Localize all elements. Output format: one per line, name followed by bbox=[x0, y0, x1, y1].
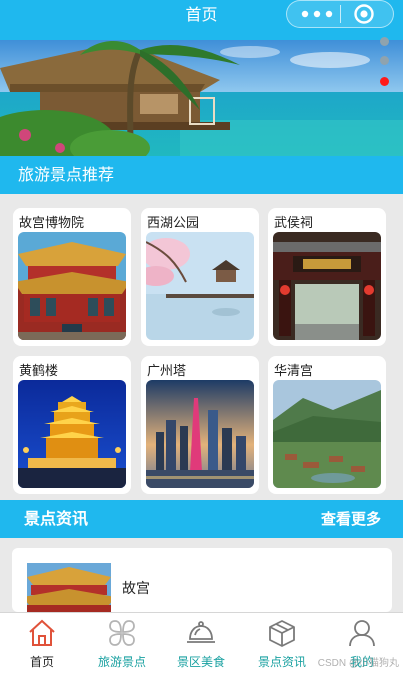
cube-icon bbox=[269, 620, 295, 647]
carousel-dot[interactable] bbox=[380, 37, 389, 46]
clover-icon bbox=[109, 620, 135, 646]
spot-image bbox=[273, 380, 381, 488]
tab-label: 旅游景点 bbox=[97, 655, 146, 669]
spot-label: 西湖公园 bbox=[147, 216, 200, 231]
spot-label: 广州塔 bbox=[147, 364, 187, 379]
watermark: CSDN @小猫狗丸 bbox=[317, 658, 399, 669]
spot-image bbox=[146, 232, 254, 340]
recommend-header: 旅游景点推荐 bbox=[0, 156, 403, 194]
spot-image bbox=[273, 232, 381, 340]
navigation-bar: 首页 bbox=[0, 0, 403, 40]
spot-label: 故宫博物院 bbox=[19, 216, 85, 231]
target-close-icon[interactable] bbox=[353, 3, 375, 25]
news-item-title: 故宫 bbox=[122, 581, 150, 597]
spot-card-xihu[interactable]: 西湖公园 bbox=[141, 208, 259, 346]
home-icon bbox=[29, 619, 55, 646]
tab-news[interactable]: 景点资讯 bbox=[242, 613, 322, 673]
news-list: 故宫 bbox=[0, 538, 403, 612]
tab-home[interactable]: 首页 bbox=[2, 613, 82, 673]
spot-card-guangzhouta[interactable]: 广州塔 bbox=[141, 356, 259, 494]
banner-carousel[interactable] bbox=[0, 40, 403, 156]
cloche-icon bbox=[187, 621, 215, 643]
user-icon bbox=[349, 620, 375, 647]
banner-image bbox=[0, 40, 403, 156]
carousel-dot[interactable] bbox=[380, 56, 389, 65]
spot-image bbox=[18, 232, 126, 340]
spots-grid: 故宫博物院 西湖公园 武侯祠 黄鹤楼 广州塔 华清宫 bbox=[0, 194, 403, 496]
mini-program-capsule bbox=[286, 0, 394, 28]
recommend-title: 旅游景点推荐 bbox=[18, 165, 115, 184]
capsule-divider bbox=[340, 5, 341, 23]
tab-food[interactable]: 景区美食 bbox=[161, 613, 241, 673]
spot-card-huanghelou[interactable]: 黄鹤楼 bbox=[13, 356, 131, 494]
tab-label: 景点资讯 bbox=[257, 655, 306, 669]
tab-label: 景区美食 bbox=[176, 655, 225, 669]
spot-image bbox=[146, 380, 254, 488]
spot-label: 华清宫 bbox=[274, 364, 314, 379]
spot-label: 武侯祠 bbox=[274, 216, 314, 231]
spot-card-huaqinggong[interactable]: 华清宫 bbox=[268, 356, 386, 494]
spot-card-gugong[interactable]: 故宫博物院 bbox=[13, 208, 131, 346]
spot-image bbox=[18, 380, 126, 488]
news-title: 景点资讯 bbox=[24, 509, 89, 528]
ellipsis-icon[interactable] bbox=[297, 6, 337, 22]
news-header: 景点资讯 查看更多 bbox=[0, 500, 403, 538]
tab-spots[interactable]: 旅游景点 bbox=[82, 613, 162, 673]
spot-label: 黄鹤楼 bbox=[19, 364, 59, 379]
view-more-link[interactable]: 查看更多 bbox=[321, 500, 381, 538]
carousel-indicator bbox=[380, 37, 390, 100]
spot-card-wuhouci[interactable]: 武侯祠 bbox=[268, 208, 386, 346]
carousel-dot-active[interactable] bbox=[380, 77, 389, 86]
news-item[interactable]: 故宫 bbox=[12, 548, 392, 612]
tab-label: 首页 bbox=[29, 655, 54, 669]
news-thumbnail bbox=[27, 563, 111, 612]
tab-bar: 首页 旅游景点 景区美食 景点资讯 我的 CSDN @小猫狗丸 bbox=[0, 612, 403, 673]
